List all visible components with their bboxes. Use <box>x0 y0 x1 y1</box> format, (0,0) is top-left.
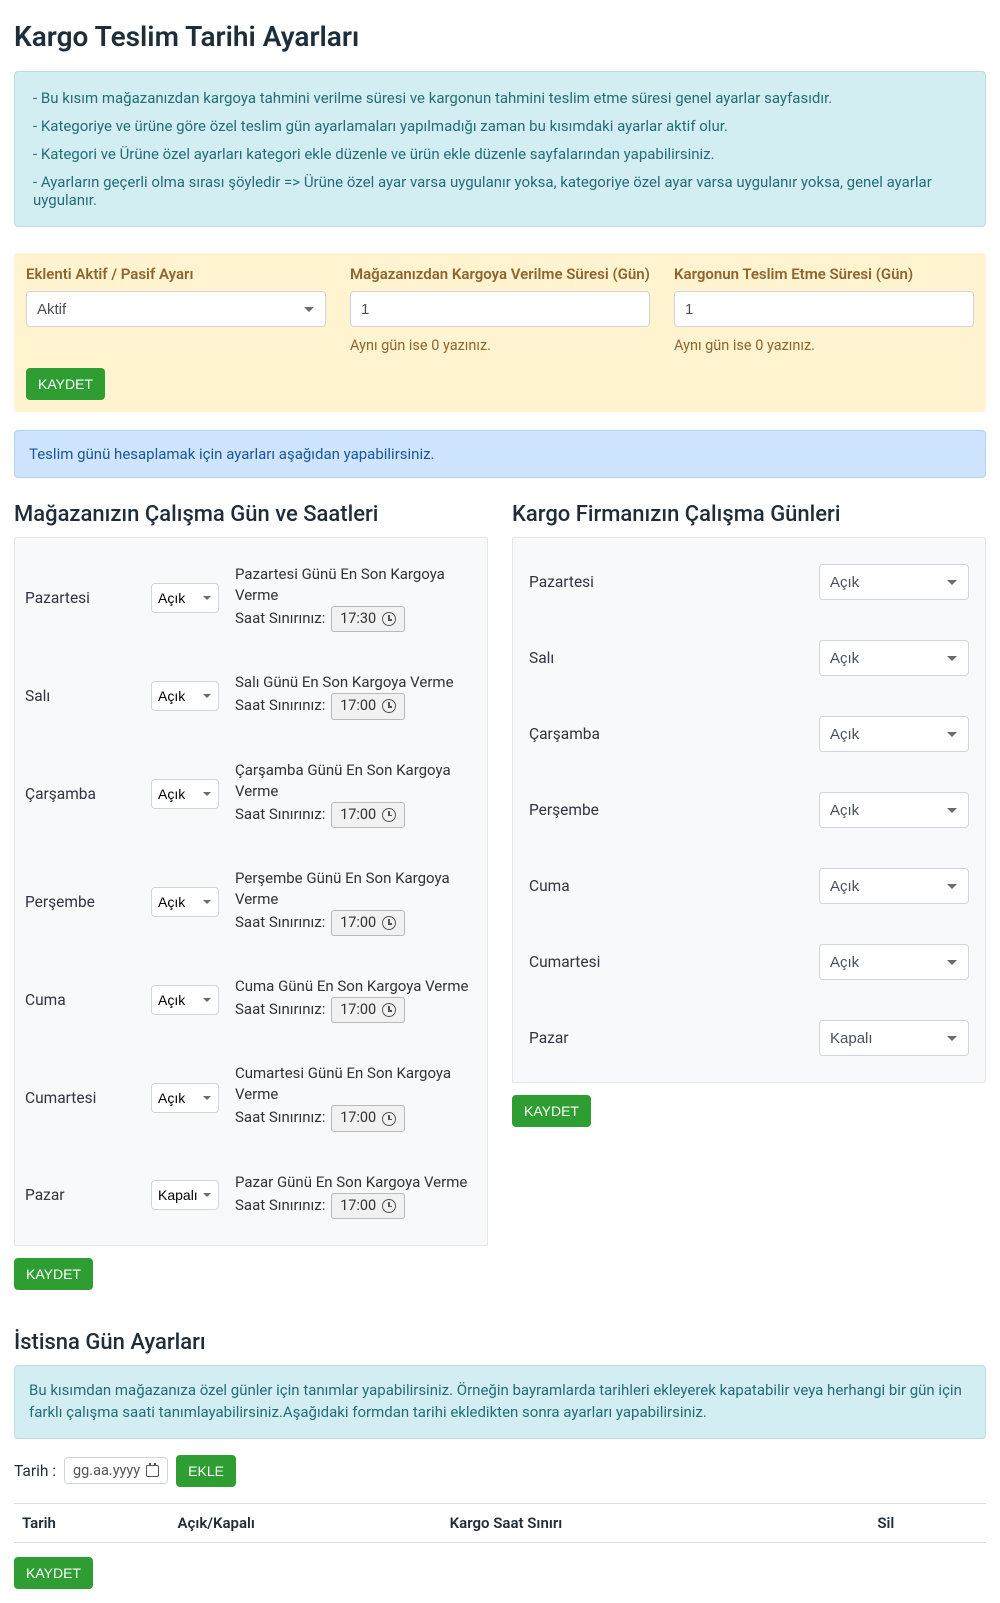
clock-icon <box>382 1112 396 1126</box>
carrier-day-status-select[interactable]: Açık <box>819 868 969 904</box>
clock-icon <box>382 1199 396 1213</box>
carrier-day-label: Cuma <box>529 877 570 895</box>
plugin-status-label: Eklenti Aktif / Pasif Ayarı <box>26 265 326 283</box>
day-status-select[interactable]: Kapalı <box>151 1180 219 1210</box>
sub-info: Teslim günü hesaplamak için ayarları aşa… <box>14 430 986 478</box>
day-status-select[interactable]: Açık <box>151 681 219 711</box>
carrier-day-label: Çarşamba <box>529 725 600 743</box>
day-time-input[interactable]: 17:30 <box>331 606 405 632</box>
store-day-row: Cumartesi Açık Cumartesi Günü En Son Kargo… <box>25 1043 477 1151</box>
exception-date-input[interactable]: gg.aa.yyyy <box>64 1457 168 1484</box>
clock-icon <box>382 612 396 626</box>
day-time-input[interactable]: 17:00 <box>331 910 405 936</box>
col-timelimit: Kargo Saat Sınırı <box>442 1503 870 1542</box>
general-settings-block: Eklenti Aktif / Pasif Ayarı Aktif Mağaza… <box>14 253 986 412</box>
carrier-days-block: PazartesiAçıkSalıAçıkÇarşambaAçıkPerşemb… <box>512 537 986 1083</box>
carrier-day-status-select[interactable]: Açık <box>819 944 969 980</box>
store-day-row: Salı Açık Salı Günü En Son Kargoya VermeSa… <box>25 652 477 739</box>
carrier-days-title: Kargo Firmanızın Çalışma Günleri <box>512 502 986 527</box>
clock-icon <box>382 699 396 713</box>
day-cutoff-text: Perşembe Günü En Son Kargoya VermeSaat S… <box>235 868 477 936</box>
ship-days-label: Mağazanızdan Kargoya Verilme Süresi (Gün… <box>350 265 650 283</box>
store-day-row: Pazar Kapalı Pazar Günü En Son Kargoya Ver… <box>25 1152 477 1239</box>
info-item: Ayarların geçerli olma sırası şöyledir =… <box>33 168 971 214</box>
carrier-day-row: Cuma Açık <box>523 848 975 924</box>
ship-days-input[interactable] <box>350 291 650 327</box>
info-item: Bu kısım mağazanızdan kargoya tahmini ve… <box>33 84 971 112</box>
date-placeholder: gg.aa.yyyy <box>73 1462 140 1479</box>
info-item: Kategoriye ve ürüne göre özel teslim gün… <box>33 112 971 140</box>
day-time-input[interactable]: 17:00 <box>331 997 405 1023</box>
day-label: Çarşamba <box>25 785 135 803</box>
day-cutoff-text: Pazartesi Günü En Son Kargoya VermeSaat … <box>235 564 477 632</box>
carrier-day-label: Cumartesi <box>529 953 600 971</box>
day-status-select[interactable]: Açık <box>151 779 219 809</box>
store-day-row: Cuma Açık Cuma Günü En Son Kargoya VermeSa… <box>25 956 477 1043</box>
day-status-select[interactable]: Açık <box>151 1083 219 1113</box>
delivery-days-hint: Aynı gün ise 0 yazınız. <box>674 337 974 354</box>
day-cutoff-text: Çarşamba Günü En Son Kargoya VermeSaat S… <box>235 760 477 828</box>
day-label: Perşembe <box>25 893 135 911</box>
save-store-hours-button[interactable]: KAYDET <box>14 1258 93 1290</box>
col-delete: Sil <box>869 1503 986 1542</box>
day-label: Pazartesi <box>25 589 135 607</box>
carrier-day-status-select[interactable]: Açık <box>819 564 969 600</box>
day-label: Pazar <box>25 1186 135 1204</box>
save-general-button[interactable]: KAYDET <box>26 368 105 400</box>
calendar-icon <box>146 1465 159 1477</box>
carrier-day-row: Çarşamba Açık <box>523 696 975 772</box>
carrier-day-row: Pazartesi Açık <box>523 544 975 620</box>
day-cutoff-text: Pazar Günü En Son Kargoya VermeSaat Sını… <box>235 1172 477 1219</box>
day-cutoff-text: Salı Günü En Son Kargoya VermeSaat Sınır… <box>235 672 477 719</box>
carrier-day-label: Pazartesi <box>529 573 594 591</box>
day-cutoff-text: Cuma Günü En Son Kargoya VermeSaat Sınır… <box>235 976 477 1023</box>
carrier-day-status-select[interactable]: Açık <box>819 792 969 828</box>
carrier-day-row: Pazar Kapalı <box>523 1000 975 1076</box>
carrier-day-row: Salı Açık <box>523 620 975 696</box>
carrier-day-label: Salı <box>529 649 554 667</box>
day-status-select[interactable]: Açık <box>151 985 219 1015</box>
day-label: Salı <box>25 687 135 705</box>
day-time-input[interactable]: 17:00 <box>331 1193 405 1219</box>
info-panel: Bu kısım mağazanızdan kargoya tahmini ve… <box>14 71 986 227</box>
clock-icon <box>382 808 396 822</box>
delivery-days-input[interactable] <box>674 291 974 327</box>
carrier-day-status-select[interactable]: Açık <box>819 640 969 676</box>
day-label: Cuma <box>25 991 135 1009</box>
date-field-label: Tarih : <box>14 1462 56 1480</box>
plugin-status-select[interactable]: Aktif <box>26 291 326 327</box>
carrier-day-label: Pazar <box>529 1029 569 1047</box>
add-exception-button[interactable]: EKLE <box>176 1455 236 1487</box>
day-label: Cumartesi <box>25 1089 135 1107</box>
exceptions-info: Bu kısımdan mağazanıza özel günler için … <box>14 1365 986 1439</box>
ship-days-hint: Aynı gün ise 0 yazınız. <box>350 337 650 354</box>
day-cutoff-text: Cumartesi Günü En Son Kargoya VermeSaat … <box>235 1063 477 1131</box>
store-day-row: Perşembe Açık Perşembe Günü En Son Kargoya… <box>25 848 477 956</box>
info-item: Kategori ve Ürüne özel ayarları kategori… <box>33 140 971 168</box>
page-title: Kargo Teslim Tarihi Ayarları <box>14 20 986 53</box>
save-exceptions-button[interactable]: KAYDET <box>14 1557 93 1589</box>
exceptions-table: Tarih Açık/Kapalı Kargo Saat Sınırı Sil <box>14 1503 986 1543</box>
carrier-day-row: Perşembe Açık <box>523 772 975 848</box>
day-status-select[interactable]: Açık <box>151 887 219 917</box>
store-day-row: Çarşamba Açık Çarşamba Günü En Son Kargoya… <box>25 740 477 848</box>
clock-icon <box>382 1003 396 1017</box>
carrier-day-status-select[interactable]: Kapalı <box>819 1020 969 1056</box>
day-time-input[interactable]: 17:00 <box>331 693 405 719</box>
day-time-input[interactable]: 17:00 <box>331 1105 405 1131</box>
store-hours-block: Pazartesi Açık Pazartesi Günü En Son Kargo… <box>14 537 488 1246</box>
col-date: Tarih <box>14 1503 170 1542</box>
clock-icon <box>382 916 396 930</box>
day-status-select[interactable]: Açık <box>151 583 219 613</box>
store-hours-title: Mağazanızın Çalışma Gün ve Saatleri <box>14 502 488 527</box>
col-openclose: Açık/Kapalı <box>170 1503 442 1542</box>
exceptions-title: İstisna Gün Ayarları <box>14 1330 986 1355</box>
store-day-row: Pazartesi Açık Pazartesi Günü En Son Kargo… <box>25 544 477 652</box>
day-time-input[interactable]: 17:00 <box>331 802 405 828</box>
carrier-day-status-select[interactable]: Açık <box>819 716 969 752</box>
carrier-day-row: Cumartesi Açık <box>523 924 975 1000</box>
carrier-day-label: Perşembe <box>529 801 599 819</box>
delivery-days-label: Kargonun Teslim Etme Süresi (Gün) <box>674 265 974 283</box>
save-carrier-days-button[interactable]: KAYDET <box>512 1095 591 1127</box>
